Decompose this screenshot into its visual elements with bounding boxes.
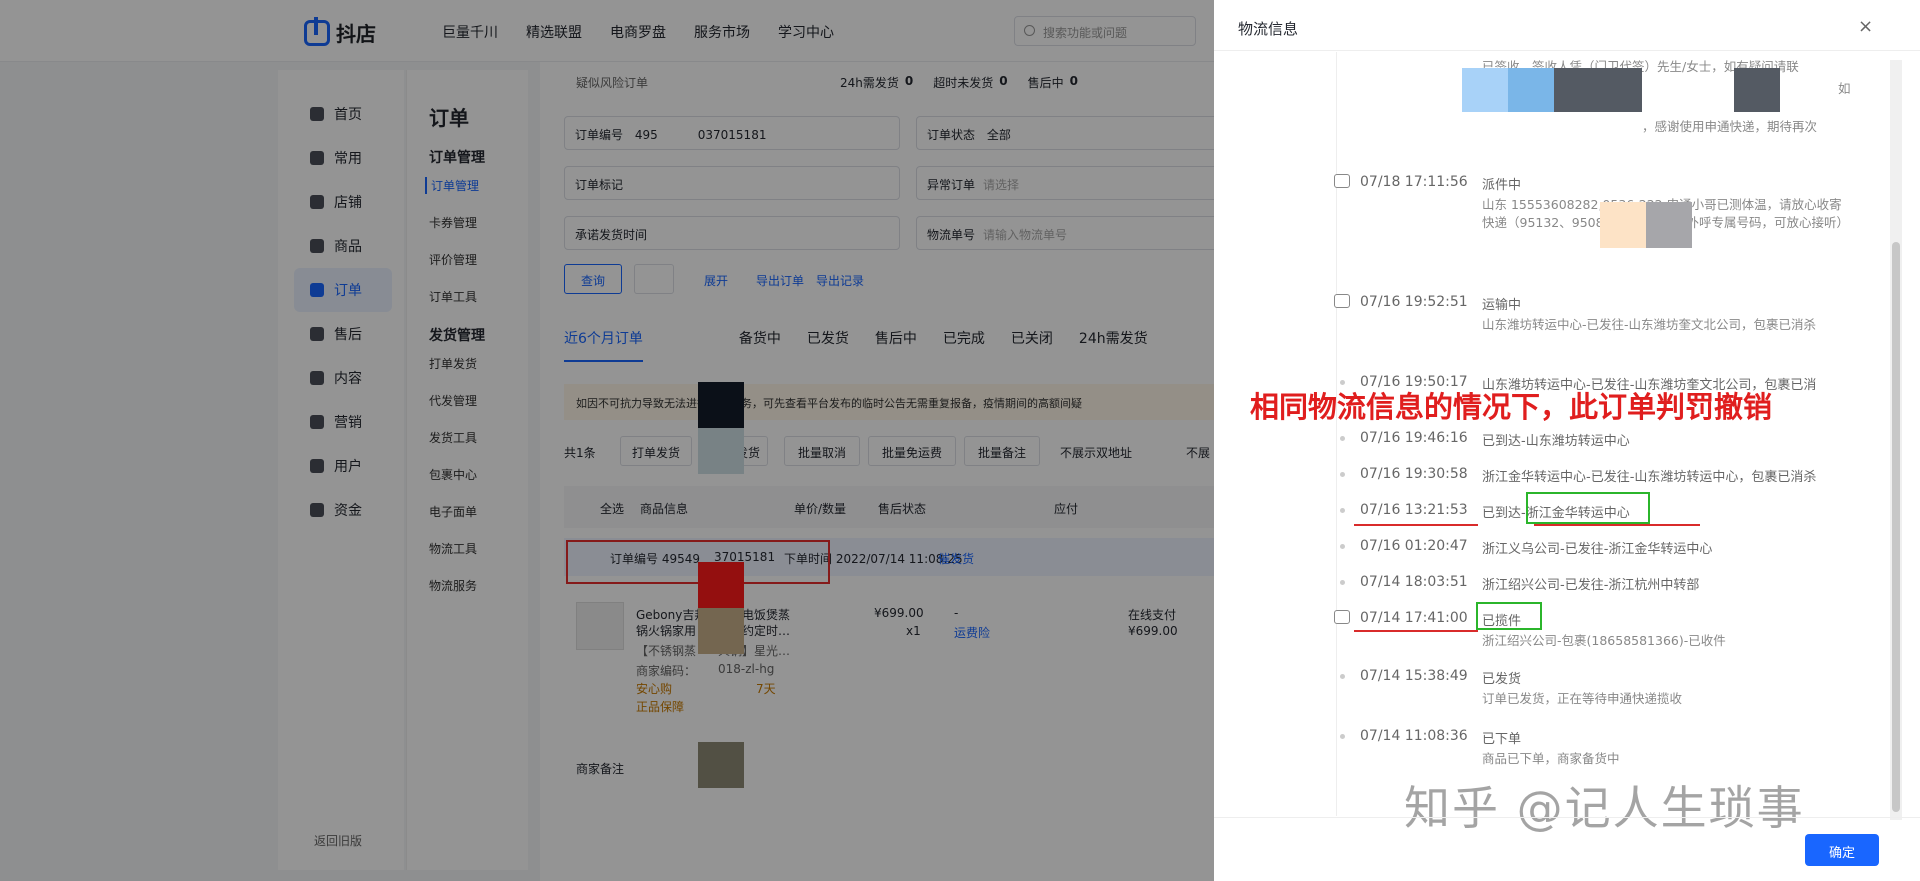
scrollbar-thumb[interactable]	[1892, 242, 1900, 812]
redaction-block	[1646, 202, 1692, 248]
highlight-jinhua	[1526, 492, 1650, 524]
modal-overlay[interactable]	[0, 0, 1214, 881]
redaction-block	[1508, 68, 1554, 112]
event-time: 07/16 19:52:51	[1360, 294, 1468, 310]
event-time: 07/16 01:20:47	[1360, 538, 1468, 554]
underline-time	[1354, 524, 1478, 526]
event-status: 已下单	[1482, 732, 1522, 747]
underline-status	[1534, 524, 1700, 526]
timeline-dot	[1340, 580, 1345, 585]
event-time: 07/16 13:21:53	[1360, 502, 1468, 518]
redaction-block	[1600, 202, 1646, 248]
event-time: 07/16 19:30:58	[1360, 466, 1468, 482]
event-status: 浙江绍兴公司-已发往-浙江杭州中转部	[1482, 578, 1700, 593]
timeline-dot	[1340, 472, 1345, 477]
event-time: 07/14 18:03:51	[1360, 574, 1468, 590]
redaction-block	[1734, 68, 1780, 112]
event-time: 07/14 17:41:00	[1360, 610, 1468, 626]
close-icon[interactable]: ×	[1858, 16, 1873, 37]
redaction-block	[1462, 68, 1508, 112]
event-status: 已发货	[1482, 672, 1522, 687]
logistics-drawer: 物流信息 × 已签收，签收人凭（门卫代签）先生/女士，如有疑问请联 如 ，感谢使…	[1214, 0, 1920, 881]
event-time: 07/16 19:46:16	[1360, 430, 1468, 446]
timeline-dot	[1340, 734, 1345, 739]
truck-icon	[1334, 174, 1350, 188]
underline-time	[1354, 630, 1478, 632]
event-time: 07/14 15:38:49	[1360, 668, 1468, 684]
redaction-block	[1554, 68, 1642, 112]
scrollbar[interactable]	[1890, 60, 1902, 820]
divider	[1214, 50, 1920, 51]
timeline-dot	[1340, 508, 1345, 513]
event-time: 07/14 11:08:36	[1360, 728, 1468, 744]
event-status: 浙江金华转运中心-已发往-山东潍坊转运中心，包裹已消杀	[1482, 470, 1817, 485]
timeline-dot	[1340, 436, 1345, 441]
timeline-dot	[1340, 544, 1345, 549]
event-status: 已到达-山东潍坊转运中心	[1482, 434, 1630, 449]
truck-icon	[1334, 294, 1350, 308]
event-status: 派件中	[1482, 178, 1522, 193]
timeline-line	[1336, 52, 1337, 816]
event-desc: 商品已下单，商家备货中	[1482, 751, 1620, 766]
event-status: 运输中	[1482, 298, 1522, 313]
timeline-dot	[1340, 674, 1345, 679]
event-time: 07/18 17:11:56	[1360, 174, 1468, 190]
event-desc: 浙江绍兴公司-包裹(18658581366)-已收件	[1482, 633, 1726, 648]
annotation-text: 相同物流信息的情况下，此订单判罚撤销	[1250, 390, 1773, 424]
package-icon	[1334, 610, 1350, 624]
watermark: 知乎 @记人生琐事	[1404, 781, 1805, 835]
timeline: 已签收，签收人凭（门卫代签）先生/女士，如有疑问请联 如 ，感谢使用申通快递，期…	[1214, 52, 1890, 816]
confirm-button[interactable]: 确定	[1805, 834, 1879, 866]
top-desc: ，感谢使用申通快递，期待再次	[1642, 119, 1818, 134]
footer-divider	[1214, 817, 1920, 818]
highlight-pickup	[1476, 602, 1542, 630]
top-desc: 如	[1838, 81, 1851, 96]
drawer-title: 物流信息	[1238, 20, 1299, 38]
event-desc: 山东潍坊转运中心-已发往-山东潍坊奎文北公司，包裹已消杀	[1482, 317, 1817, 332]
event-status: 浙江义乌公司-已发往-浙江金华转运中心	[1482, 542, 1713, 557]
event-desc: 订单已发货，正在等待申通快递揽收	[1482, 691, 1683, 706]
